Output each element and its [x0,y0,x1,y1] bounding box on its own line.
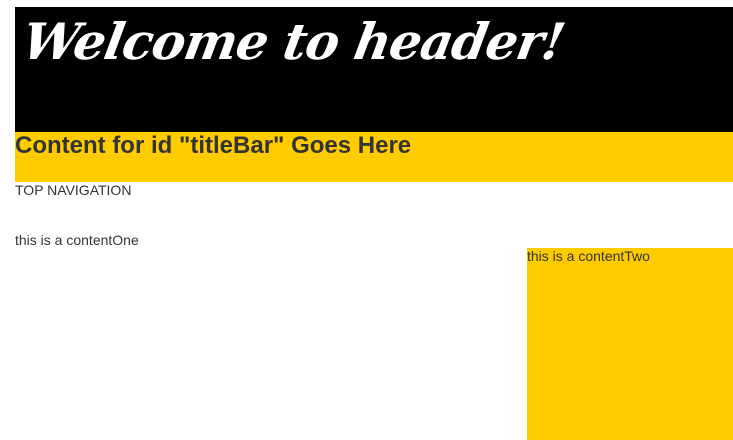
content-two-text: this is a contentTwo [527,248,650,264]
title-bar-heading: Content for id "titleBar" Goes Here [15,132,412,159]
page: Welcome to header! Content for id "title… [0,0,733,440]
top-navigation: TOP NAVIGATION [15,182,132,198]
title-bar: Content for id "titleBar" Goes Here [15,132,733,182]
header-title: Welcome to header! [18,12,569,71]
header-banner: Welcome to header! [15,7,733,132]
content-two-panel: this is a contentTwo [527,248,733,440]
content-one: this is a contentOne [15,232,139,248]
